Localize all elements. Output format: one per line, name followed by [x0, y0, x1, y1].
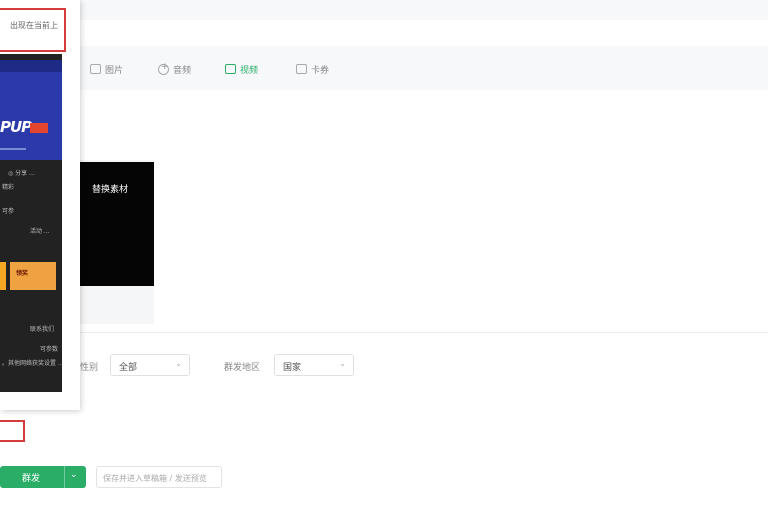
phone-row: 可参 — [2, 208, 15, 215]
mass-send-button[interactable]: 群发 ⌄ — [0, 466, 86, 488]
phone-row: ◎ 分享 ... — [8, 170, 35, 177]
tip-box: 出现在当前上 — [0, 8, 66, 52]
coupon-icon — [296, 64, 307, 74]
section-divider — [0, 332, 768, 333]
banner-line — [0, 148, 26, 150]
replace-media-card[interactable]: 替换素材 — [78, 162, 154, 286]
tab-video-label: 视频 — [240, 65, 259, 76]
phone-row: 联系我们 — [30, 326, 55, 333]
top-strip — [0, 0, 768, 20]
phone-row: 。其他网络获奖设置 ... — [2, 360, 62, 367]
gender-label: 性别 — [80, 363, 99, 373]
gender-select[interactable]: 全部 ⌄ — [110, 354, 190, 376]
tab-audio[interactable]: 音频 — [158, 62, 191, 76]
tab-coupon[interactable]: 卡券 — [296, 62, 329, 76]
phone-banner: PUP — [0, 60, 62, 160]
banner-badge — [30, 123, 48, 133]
phone-status-bar — [0, 60, 62, 72]
chevron-down-icon[interactable]: ⌄ — [70, 470, 78, 480]
phone-tiles: 领奖 — [0, 262, 62, 290]
gender-select-value: 全部 — [119, 363, 138, 373]
replace-media-label: 替换素材 — [92, 185, 129, 195]
highlight-box — [0, 420, 25, 442]
tab-coupon-label: 卡券 — [311, 65, 330, 76]
mass-send-label: 群发 — [22, 474, 41, 484]
save-draft-label: 保存并进入草稿箱 / 发送预览 — [103, 474, 207, 483]
tab-audio-label: 音频 — [173, 65, 192, 76]
tile-label: 领奖 — [16, 270, 29, 277]
chevron-down-icon: ⌄ — [175, 359, 182, 368]
region-label: 群发地区 — [224, 363, 261, 373]
phone-row: 精彩 — [2, 184, 15, 191]
tab-video[interactable]: 视频 — [225, 62, 258, 76]
save-draft-button[interactable]: 保存并进入草稿箱 / 发送预览 — [96, 466, 222, 488]
tip-text: 出现在当前上 — [10, 21, 58, 30]
audio-icon — [158, 62, 169, 75]
chevron-down-icon: ⌄ — [339, 359, 346, 368]
phone-row: 活动 ... — [30, 228, 50, 235]
tile: 领奖 — [10, 262, 56, 290]
tab-image-label: 图片 — [105, 65, 124, 76]
tile — [0, 262, 6, 290]
region-select[interactable]: 国家 ⌄ — [274, 354, 354, 376]
video-icon — [225, 64, 236, 74]
banner-title: PUP — [0, 118, 32, 136]
preview-popup: PUP ◎ 分享 ... 精彩 可参 活动 ... 领奖 联系我们 可参数 。其… — [0, 0, 80, 410]
phone-preview: PUP ◎ 分享 ... 精彩 可参 活动 ... 领奖 联系我们 可参数 。其… — [0, 54, 62, 392]
media-type-toolbar: 图片 音频 视频 卡券 — [0, 46, 768, 90]
image-icon — [90, 64, 101, 74]
region-select-value: 国家 — [283, 363, 302, 373]
phone-row: 可参数 — [40, 346, 59, 353]
button-separator — [64, 466, 65, 488]
editor-page: 图片 音频 视频 卡券 替换素材 性别 全部 ⌄ 群发地区 国家 ⌄ 群发 ⌄ — [0, 0, 768, 510]
tab-image[interactable]: 图片 — [90, 62, 123, 76]
